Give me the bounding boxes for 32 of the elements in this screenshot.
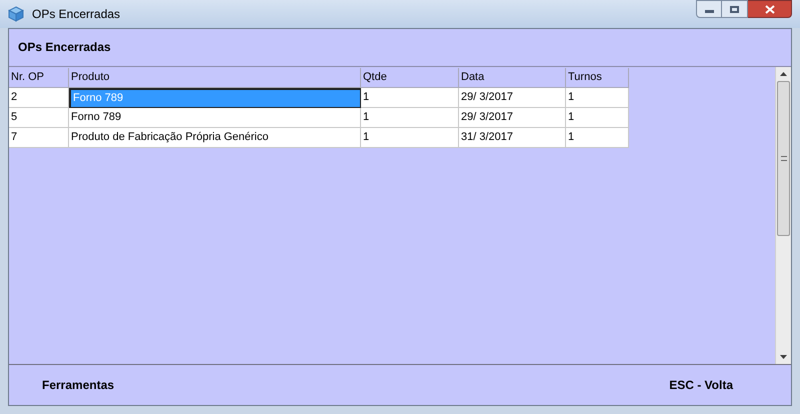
scrollbar[interactable]: [775, 67, 791, 364]
table-cell: 1: [361, 108, 459, 128]
table-cell: 31/ 3/2017: [459, 128, 566, 148]
table-cell: 5: [9, 108, 69, 128]
table-cell: 1: [361, 128, 459, 148]
window-title: OPs Encerradas: [32, 6, 120, 23]
maximize-button[interactable]: [722, 0, 748, 18]
back-button[interactable]: ESC - Volta: [669, 376, 733, 394]
scroll-down-icon[interactable]: [780, 355, 787, 359]
table-cell: 1: [566, 108, 629, 128]
tools-button[interactable]: Ferramentas: [42, 376, 114, 394]
table-cell: 29/ 3/2017: [459, 108, 566, 128]
table-cell: 1: [361, 88, 459, 108]
table-cell: Produto de Fabricação Própria Genérico: [69, 128, 361, 148]
close-icon: [764, 4, 774, 14]
table-cell: Forno 789: [69, 108, 361, 128]
cube-icon: [8, 6, 24, 22]
column-header[interactable]: Produto: [69, 68, 361, 88]
column-header[interactable]: Nr. OP: [9, 68, 69, 88]
table-cell: 1: [566, 128, 629, 148]
table-cell: Forno 789: [69, 88, 361, 108]
table-cell: 29/ 3/2017: [459, 88, 566, 108]
close-button[interactable]: [748, 0, 792, 18]
table-cell: 2: [9, 88, 69, 108]
column-header[interactable]: Turnos: [566, 68, 629, 88]
column-header[interactable]: Qtde: [361, 68, 459, 88]
panel-title: OPs Encerradas: [18, 39, 111, 56]
scroll-up-icon[interactable]: [780, 72, 787, 76]
table-cell: 1: [566, 88, 629, 108]
table-cell: 7: [9, 128, 69, 148]
column-header[interactable]: Data: [459, 68, 566, 88]
minimize-button[interactable]: [696, 0, 722, 18]
